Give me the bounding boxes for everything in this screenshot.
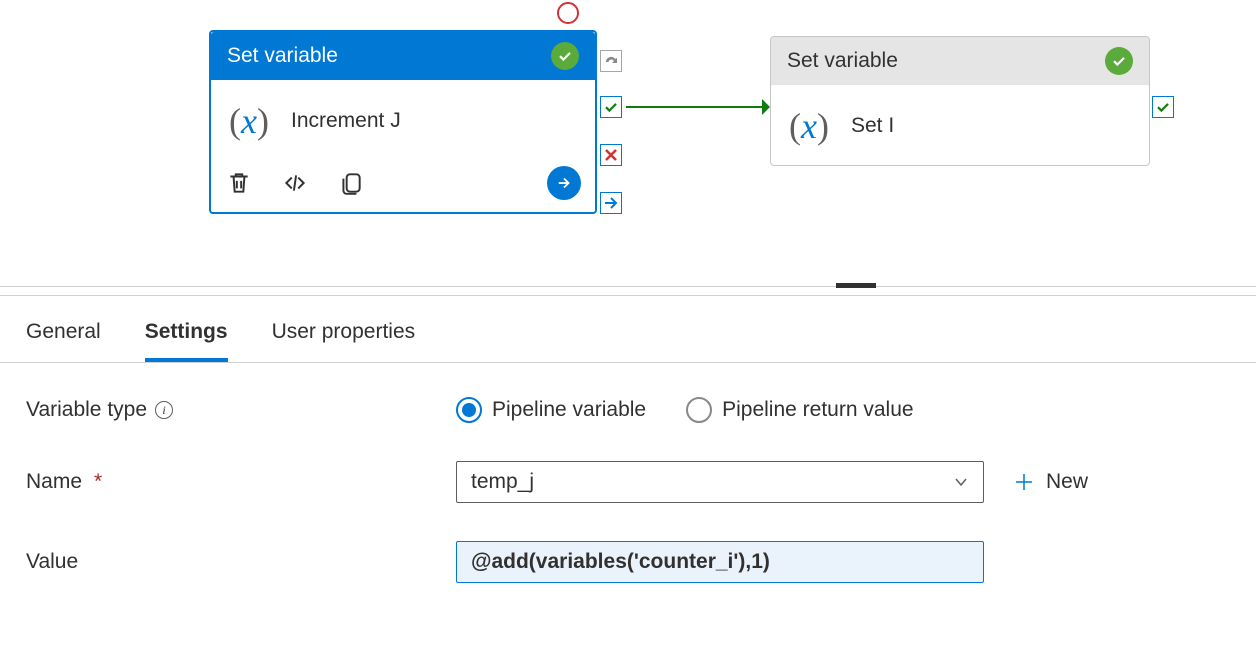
activity-toolbar bbox=[211, 160, 595, 212]
activity-header[interactable]: Set variable bbox=[211, 32, 595, 80]
row-variable-type: Variable type i Pipeline variable Pipeli… bbox=[26, 397, 1230, 423]
code-icon[interactable] bbox=[281, 169, 309, 197]
info-icon[interactable]: i bbox=[155, 401, 173, 419]
success-connector[interactable] bbox=[626, 106, 766, 108]
variable-type-radio-group: Pipeline variable Pipeline return value bbox=[456, 397, 914, 423]
name-select-value: temp_j bbox=[471, 470, 534, 494]
anchor-success-icon[interactable] bbox=[600, 96, 622, 118]
panel-resize-handle[interactable] bbox=[836, 283, 876, 288]
chevron-down-icon bbox=[953, 474, 969, 490]
copy-icon[interactable] bbox=[337, 169, 365, 197]
value-label: Value bbox=[26, 550, 456, 574]
radio-pipeline-variable[interactable]: Pipeline variable bbox=[456, 397, 646, 423]
run-activity-button[interactable] bbox=[547, 166, 581, 200]
settings-form: Variable type i Pipeline variable Pipeli… bbox=[0, 363, 1256, 583]
name-label: Name* bbox=[26, 470, 456, 494]
row-value: Value bbox=[26, 541, 1230, 583]
activity-type-label: Set variable bbox=[787, 49, 898, 73]
new-variable-label: New bbox=[1046, 470, 1088, 494]
activity-name-label: Set I bbox=[851, 114, 894, 138]
anchor-failure-icon[interactable] bbox=[600, 144, 622, 166]
properties-tabs: General Settings User properties bbox=[0, 296, 1256, 363]
status-success-icon bbox=[1105, 47, 1133, 75]
breakpoint-indicator[interactable] bbox=[557, 2, 579, 24]
radio-label: Pipeline return value bbox=[722, 398, 913, 422]
variable-type-label: Variable type i bbox=[26, 398, 456, 422]
activity-body: (x) Set I bbox=[771, 85, 1149, 165]
pipeline-canvas[interactable]: Set variable (x) Increment J bbox=[0, 0, 1256, 286]
tab-user-properties[interactable]: User properties bbox=[272, 312, 416, 362]
radio-pipeline-return-value[interactable]: Pipeline return value bbox=[686, 397, 913, 423]
activity-header[interactable]: Set variable bbox=[771, 37, 1149, 85]
tab-general[interactable]: General bbox=[26, 312, 101, 362]
variable-icon: (x) bbox=[789, 105, 829, 147]
anchor-success-icon[interactable] bbox=[1152, 96, 1174, 118]
tab-settings[interactable]: Settings bbox=[145, 312, 228, 362]
anchor-completion-icon[interactable] bbox=[600, 50, 622, 72]
activity-name-label: Increment J bbox=[291, 109, 401, 133]
activity-type-label: Set variable bbox=[227, 44, 338, 68]
value-expression-input[interactable] bbox=[456, 541, 984, 583]
activity-set-variable-increment-j[interactable]: Set variable (x) Increment J bbox=[209, 30, 597, 214]
radio-label: Pipeline variable bbox=[492, 398, 646, 422]
variable-icon: (x) bbox=[229, 100, 269, 142]
activity-body: (x) Increment J bbox=[211, 80, 595, 160]
row-name: Name* temp_j New bbox=[26, 461, 1230, 503]
name-select[interactable]: temp_j bbox=[456, 461, 984, 503]
panel-resize-divider[interactable] bbox=[0, 286, 1256, 296]
anchor-skip-icon[interactable] bbox=[600, 192, 622, 214]
activity-set-variable-set-i[interactable]: Set variable (x) Set I bbox=[770, 36, 1150, 166]
status-success-icon bbox=[551, 42, 579, 70]
delete-icon[interactable] bbox=[225, 169, 253, 197]
new-variable-button[interactable]: New bbox=[1012, 470, 1088, 494]
